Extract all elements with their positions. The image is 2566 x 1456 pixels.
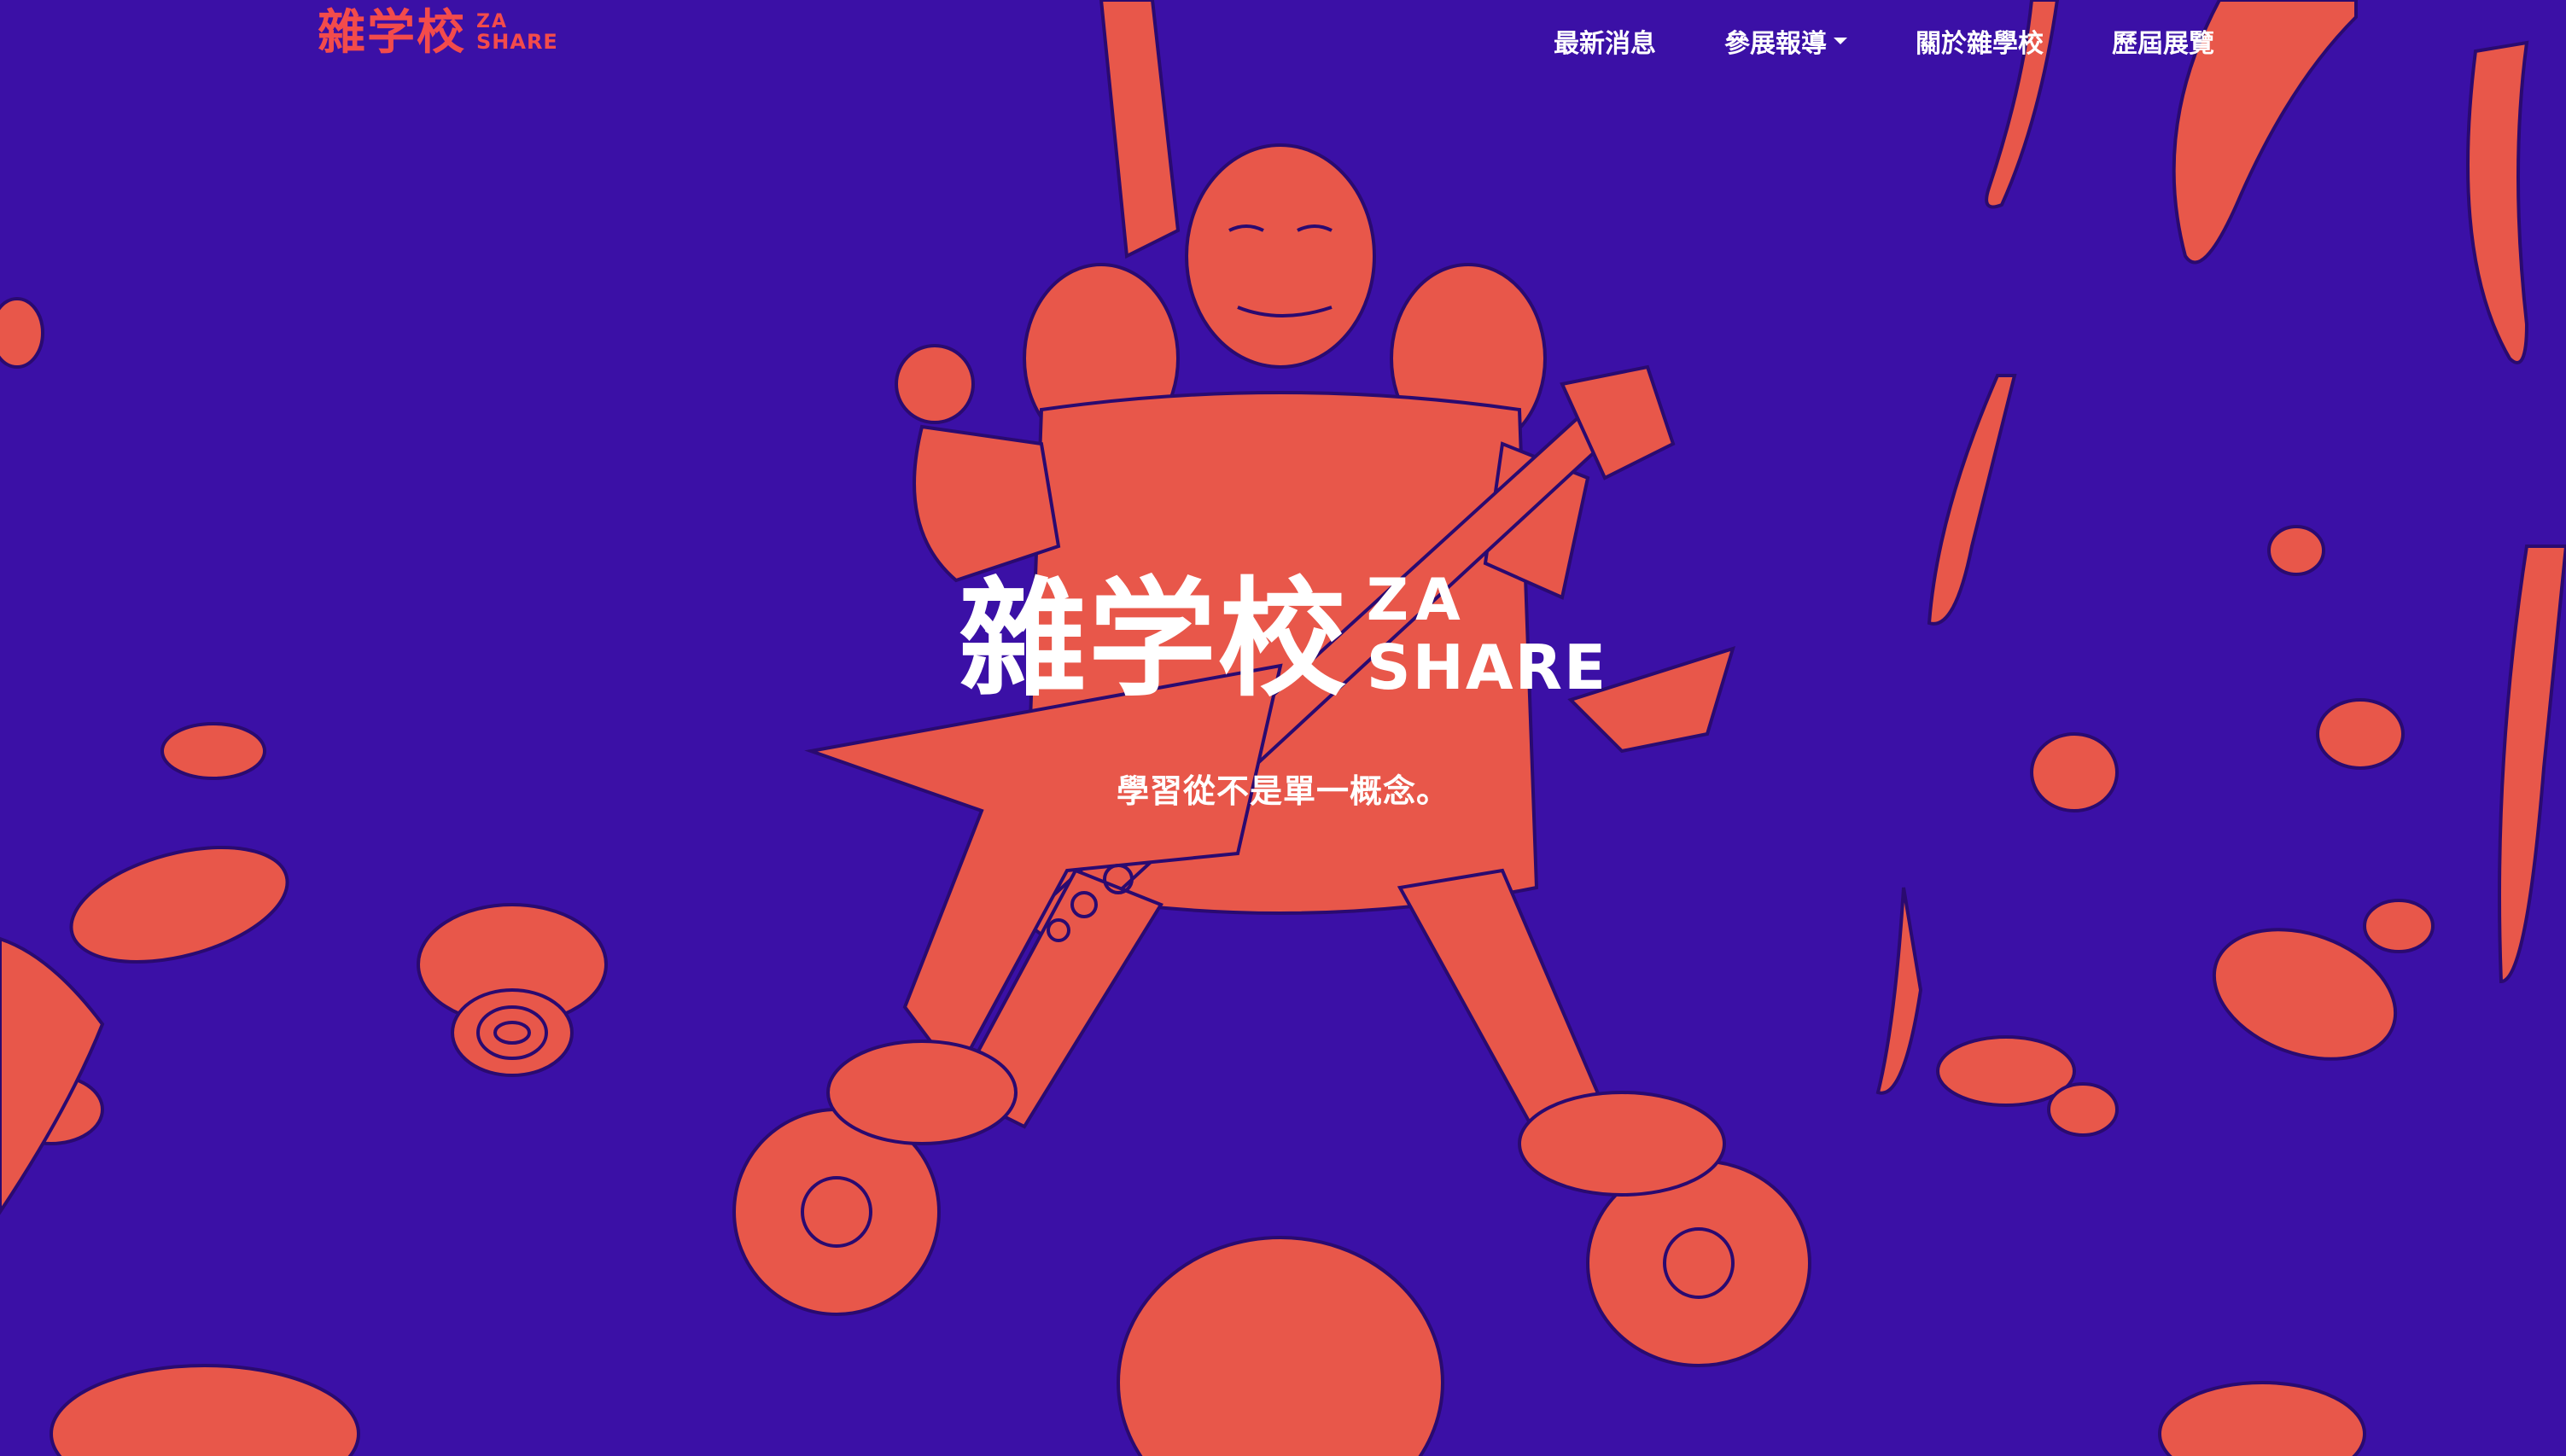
nav-item-label: 參展報導 bbox=[1724, 29, 1827, 59]
nav-item-about[interactable]: 關於雜學校 bbox=[1916, 22, 2044, 60]
nav-item-past-exhibitions[interactable]: 歷屆展覽 bbox=[2112, 22, 2214, 60]
nav-item-label: 關於雜學校 bbox=[1916, 29, 2044, 59]
hero-logo-kanji: 雜学校 bbox=[958, 564, 1348, 714]
hero-section: 雜学校 ZA SHARE 最新消息 參展報導 關於雜學校 歷屆展覽 雜学校 ZA… bbox=[0, 0, 2566, 1456]
nav-item-label: 歷屆展覽 bbox=[2112, 29, 2214, 59]
hero-logo-latin: ZA SHARE bbox=[1367, 572, 1607, 703]
caret-down-icon bbox=[1834, 38, 1847, 44]
hero-logo: 雜学校 ZA SHARE bbox=[958, 564, 1607, 714]
hero-tagline: 學習從不是單一概念。 bbox=[1116, 772, 1449, 810]
hero-content: 雜学校 ZA SHARE 學習從不是單一概念。 bbox=[0, 572, 2566, 812]
brand-logo-latin-line2: SHARE bbox=[476, 30, 558, 54]
hero-logo-latin-line2: SHARE bbox=[1366, 632, 1608, 703]
nav-item-latest-news[interactable]: 最新消息 bbox=[1554, 22, 1656, 60]
nav-item-exhibitor-reports[interactable]: 參展報導 bbox=[1724, 22, 1847, 60]
brand-logo-kanji: 雜学校 bbox=[318, 4, 466, 61]
nav-item-label: 最新消息 bbox=[1554, 29, 1656, 59]
navbar: 雜学校 ZA SHARE 最新消息 參展報導 關於雜學校 歷屆展覽 bbox=[0, 0, 2566, 85]
hero-logo-latin-line1: ZA bbox=[1366, 567, 1467, 634]
nav-menu: 最新消息 參展報導 關於雜學校 歷屆展覽 bbox=[1554, 22, 2214, 60]
brand-logo-latin-line1: ZA bbox=[476, 11, 508, 32]
brand-logo[interactable]: 雜学校 ZA SHARE bbox=[318, 9, 558, 56]
brand-logo-latin: ZA SHARE bbox=[476, 11, 558, 54]
